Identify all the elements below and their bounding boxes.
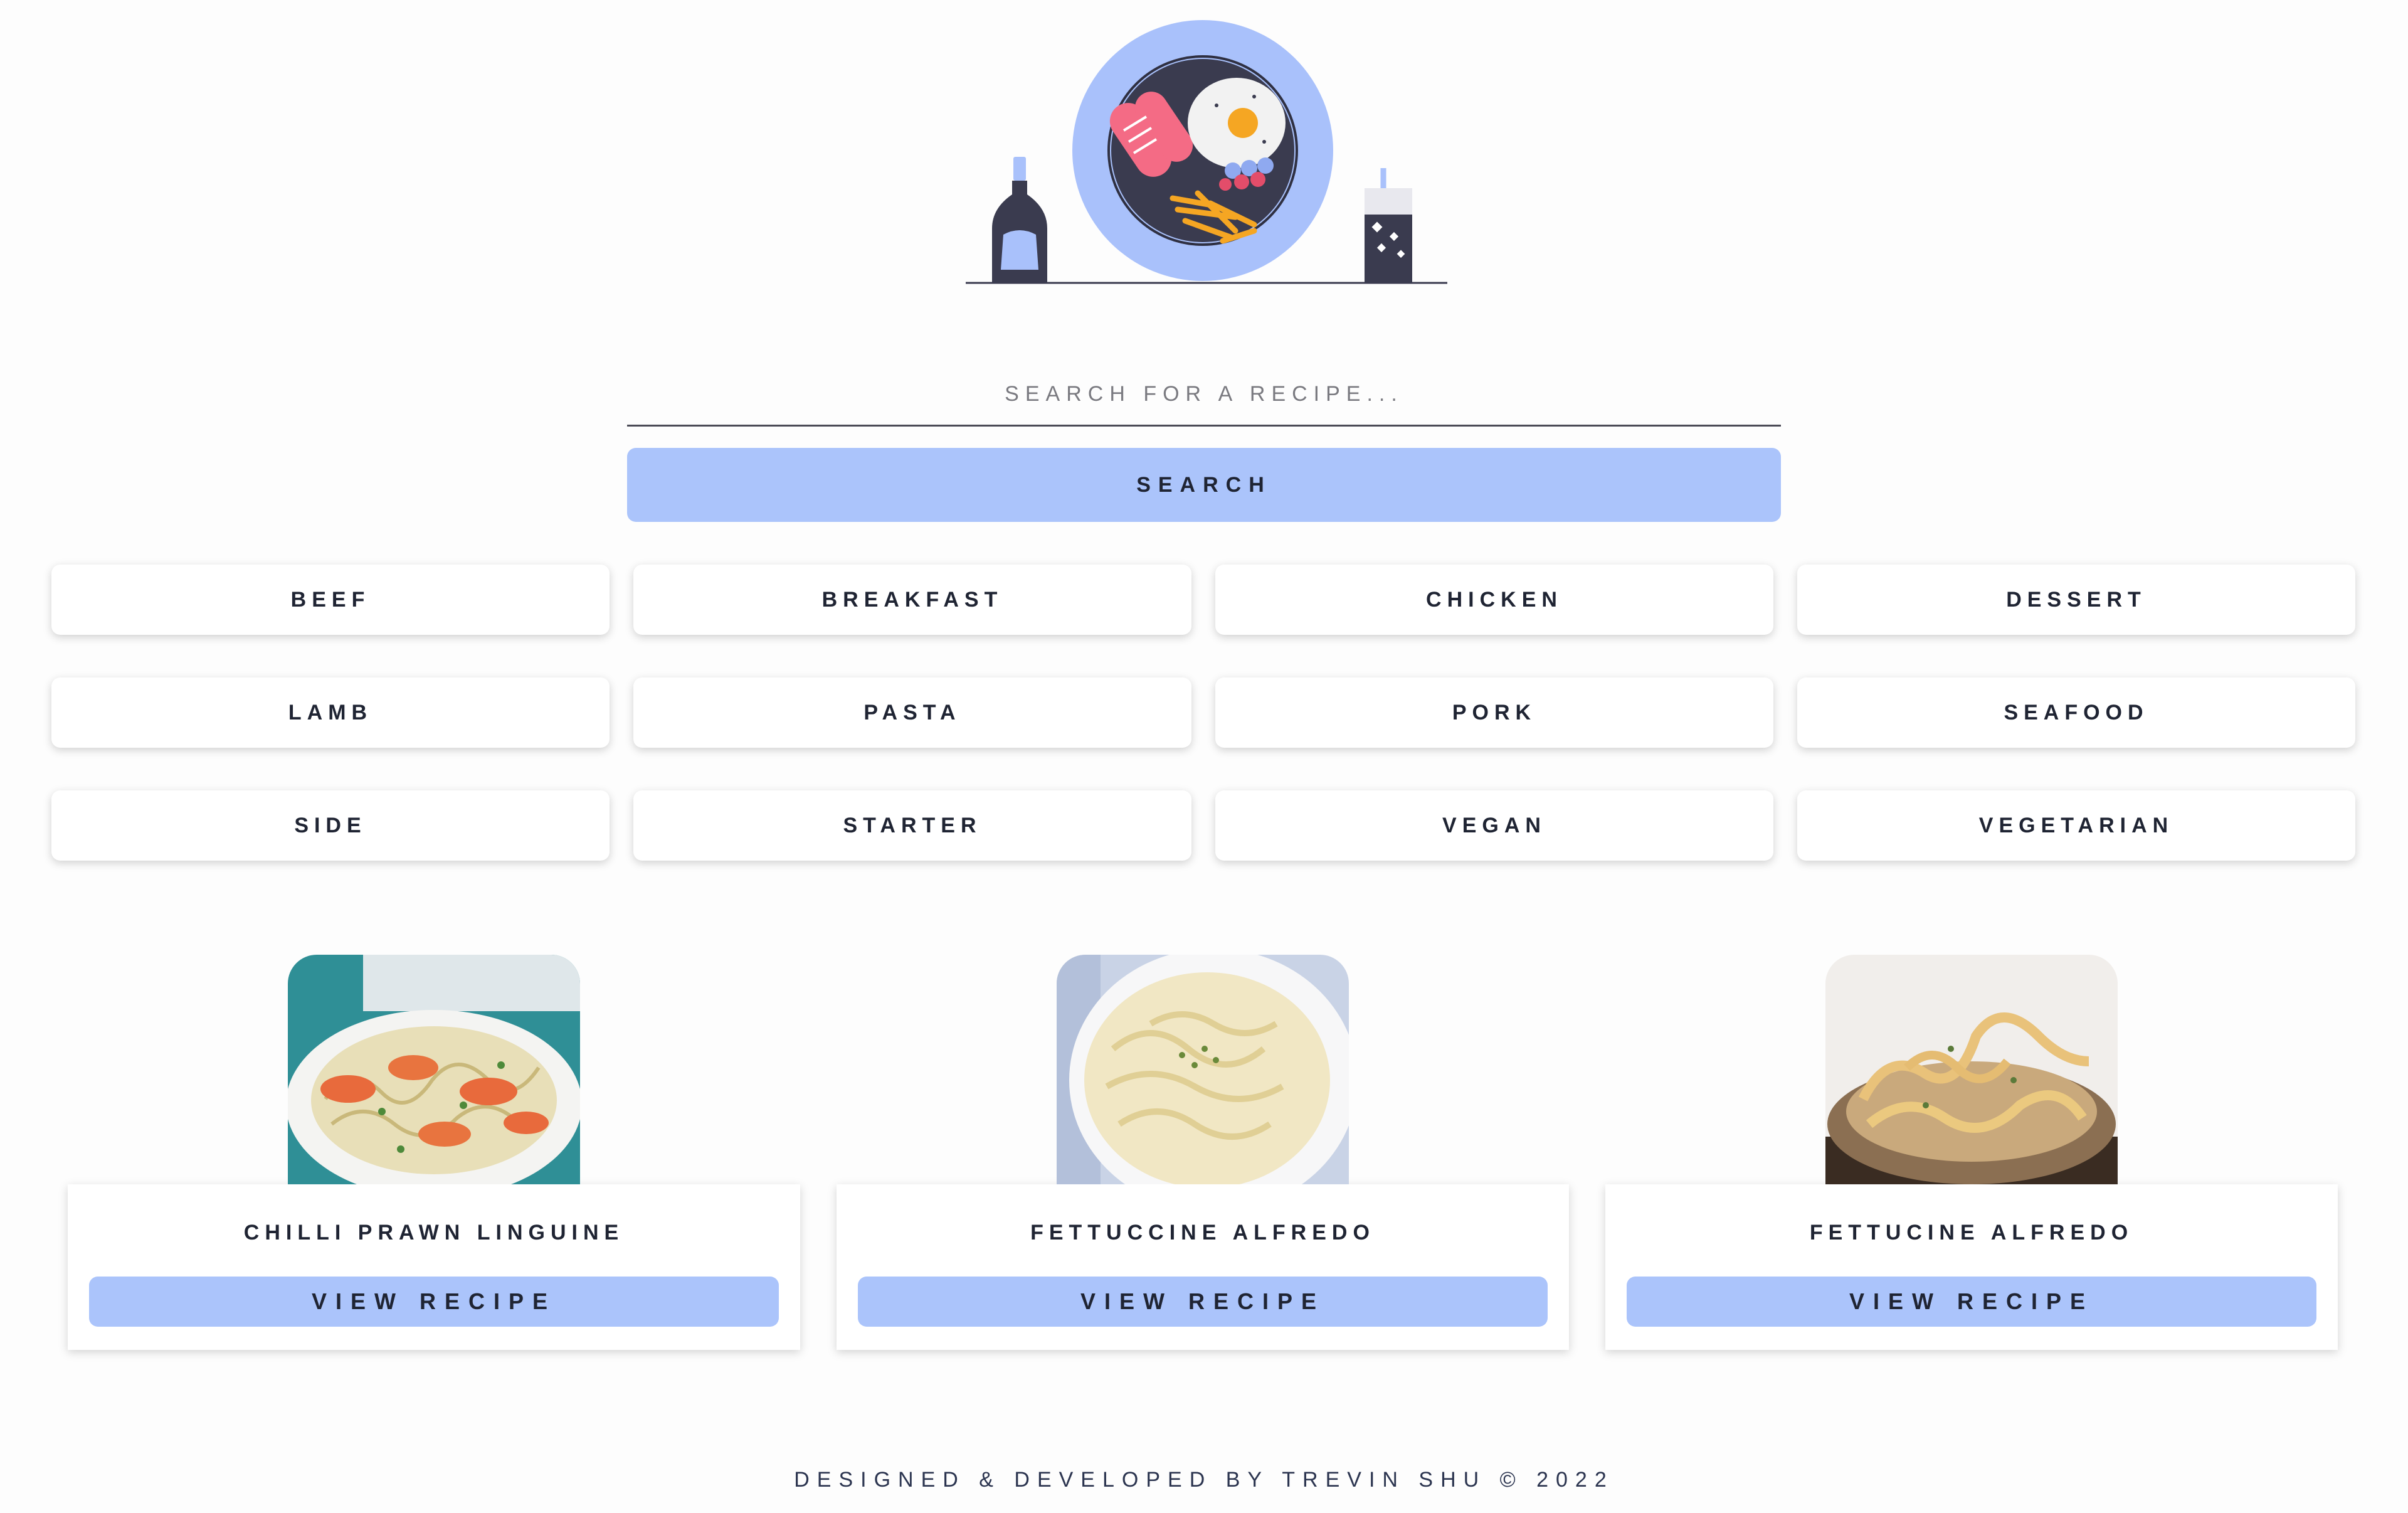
recipe-card: FETTUCINE ALFREDO VIEW RECIPE [1605,955,2338,1350]
search-input[interactable] [627,364,1781,427]
category-button-vegan[interactable]: VEGAN [1215,790,1773,861]
drink-glass-icon [1365,168,1412,283]
category-button-chicken[interactable]: CHICKEN [1215,565,1773,635]
fettucine-alfredo-photo[interactable] [1825,955,2118,1184]
view-recipe-button[interactable]: VIEW RECIPE [89,1277,779,1327]
ketchup-bottle-icon [992,157,1047,283]
recipe-card-body: CHILLI PRAWN LINGUINE VIEW RECIPE [68,1184,800,1350]
breakfast-plate-illustration [959,18,1449,294]
recipe-results: CHILLI PRAWN LINGUINE VIEW RECIPE FETTUC… [68,955,2338,1350]
recipe-title: FETTUCCINE ALFREDO [1030,1221,1375,1245]
category-button-beef[interactable]: BEEF [51,565,610,635]
category-button-pasta[interactable]: PASTA [633,677,1191,748]
recipe-card: CHILLI PRAWN LINGUINE VIEW RECIPE [68,955,800,1350]
fettucine-alfredo-image [1825,955,2118,1184]
recipe-card-body: FETTUCCINE ALFREDO VIEW RECIPE [837,1184,1569,1350]
view-recipe-button[interactable]: VIEW RECIPE [1627,1277,2316,1327]
egg-icon [1188,78,1286,168]
category-button-pork[interactable]: PORK [1215,677,1773,748]
category-button-dessert[interactable]: DESSERT [1797,565,2355,635]
search-form: SEARCH [627,364,1781,522]
category-button-breakfast[interactable]: BREAKFAST [633,565,1191,635]
footer-credit: DESIGNED & DEVELOPED BY TREVIN SHU © 202… [794,1468,1614,1492]
search-button[interactable]: SEARCH [627,448,1781,522]
fettuccine-alfredo-image [1057,955,1349,1184]
category-button-seafood[interactable]: SEAFOOD [1797,677,2355,748]
category-button-starter[interactable]: STARTER [633,790,1191,861]
fettuccine-alfredo-photo[interactable] [1057,955,1349,1184]
category-grid: BEEF BREAKFAST CHICKEN DESSERT LAMB PAST… [51,565,2358,861]
recipe-title: CHILLI PRAWN LINGUINE [243,1221,625,1245]
recipe-title: FETTUCINE ALFREDO [1809,1221,2134,1245]
prawn-linguine-photo[interactable] [288,955,580,1184]
category-button-lamb[interactable]: LAMB [51,677,610,748]
recipe-card-body: FETTUCINE ALFREDO VIEW RECIPE [1605,1184,2338,1350]
recipe-card: FETTUCCINE ALFREDO VIEW RECIPE [837,955,1569,1350]
view-recipe-button[interactable]: VIEW RECIPE [858,1277,1548,1327]
category-button-vegetarian[interactable]: VEGETARIAN [1797,790,2355,861]
category-button-side[interactable]: SIDE [51,790,610,861]
breakfast-illustration-svg [966,20,1447,284]
prawn-linguine-image [288,955,580,1184]
